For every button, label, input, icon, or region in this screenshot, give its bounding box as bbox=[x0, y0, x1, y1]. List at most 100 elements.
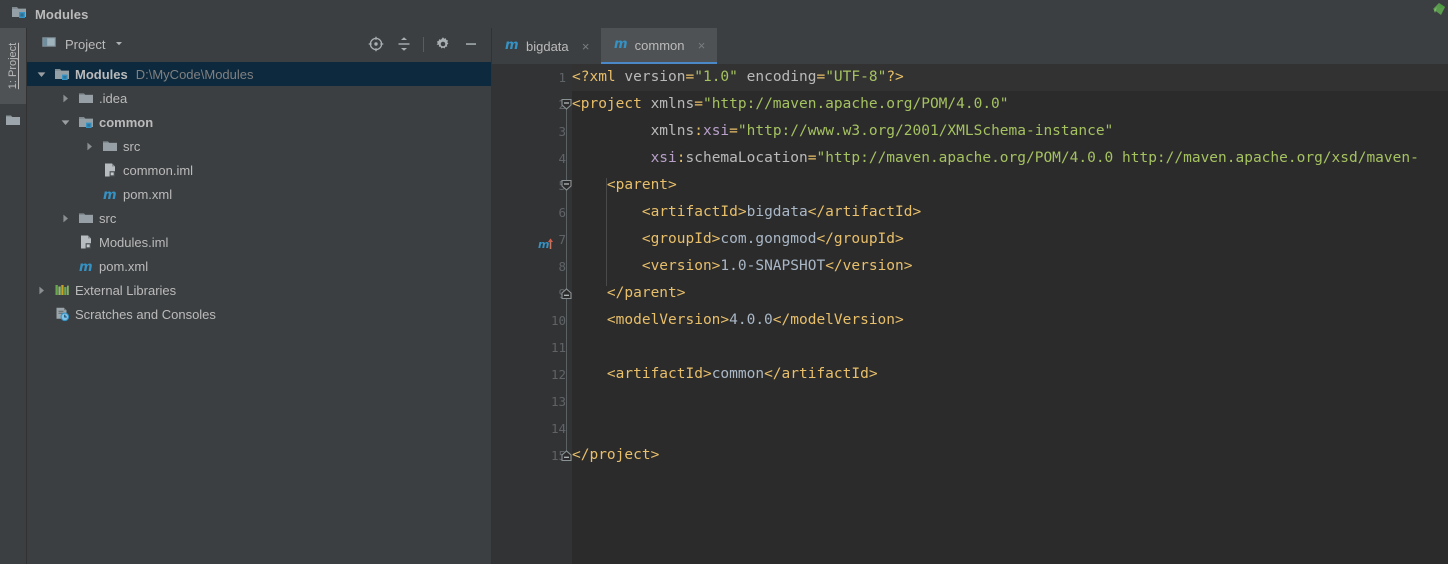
editor-tab-common[interactable]: m common × bbox=[600, 28, 717, 64]
maven-run-icon[interactable]: m bbox=[538, 236, 555, 257]
gear-icon[interactable] bbox=[430, 31, 456, 57]
tree-row-label: pom.xml bbox=[123, 186, 173, 202]
close-icon[interactable]: × bbox=[695, 38, 709, 52]
code-line[interactable]: <?xml version="1.0" encoding="UTF-8"?> bbox=[572, 64, 1448, 91]
code-token: = bbox=[729, 123, 738, 139]
tree-arrow-placeholder bbox=[83, 188, 96, 201]
code-token: </project> bbox=[572, 447, 660, 463]
svg-text:m: m bbox=[79, 260, 93, 274]
chevron-down-icon[interactable] bbox=[35, 68, 48, 81]
tree-row-external-libraries[interactable]: External Libraries bbox=[27, 278, 492, 302]
code-line[interactable]: <groupId>com.gongmod</groupId> bbox=[572, 226, 1448, 253]
code-editor[interactable]: 123456789101112131415 m <?xml version="1… bbox=[492, 64, 1448, 564]
code-line[interactable] bbox=[572, 415, 1448, 442]
tree-row-common[interactable]: common bbox=[27, 110, 492, 134]
tree-row-modules-iml[interactable]: Modules.iml bbox=[27, 230, 492, 254]
chevron-down-icon[interactable] bbox=[59, 116, 72, 129]
code-line[interactable]: </project> bbox=[572, 442, 1448, 469]
code-token: xmlns bbox=[650, 96, 695, 112]
code-token: </artifactId> bbox=[807, 204, 922, 220]
code-token: <modelVersion> bbox=[606, 312, 730, 328]
collapse-all-icon[interactable] bbox=[391, 31, 417, 57]
tree-row-pom-xml[interactable]: m pom.xml bbox=[27, 182, 492, 206]
project-tree[interactable]: Modules D:\MyCode\Modules .idea common sr… bbox=[27, 60, 492, 564]
module-folder-icon bbox=[54, 66, 70, 82]
editor-gutter[interactable]: 123456789101112131415 m bbox=[492, 64, 572, 564]
code-line[interactable]: xsi:schemaLocation="http://maven.apache.… bbox=[572, 145, 1448, 172]
code-token: <artifactId> bbox=[641, 204, 747, 220]
code-token: xsi bbox=[650, 150, 677, 166]
tree-arrow-placeholder bbox=[83, 164, 96, 177]
code-line[interactable]: <artifactId>common</artifactId> bbox=[572, 361, 1448, 388]
code-line[interactable]: xmlns:xsi="http://www.w3.org/2001/XMLSch… bbox=[572, 118, 1448, 145]
tree-row-label: src bbox=[99, 210, 117, 226]
code-token: = bbox=[694, 96, 703, 112]
minimize-icon[interactable] bbox=[458, 31, 484, 57]
code-token: xsi bbox=[702, 123, 730, 139]
tree-row-label: Scratches and Consoles bbox=[75, 306, 216, 322]
code-line[interactable]: <artifactId>bigdata</artifactId> bbox=[572, 199, 1448, 226]
tree-row-scratches-and-consoles[interactable]: Scratches and Consoles bbox=[27, 302, 492, 326]
code-token: </version> bbox=[825, 258, 913, 274]
code-token: common bbox=[711, 366, 765, 382]
code-line[interactable]: </parent> bbox=[572, 280, 1448, 307]
tree-row-src[interactable]: src bbox=[27, 134, 492, 158]
chevron-right-icon[interactable] bbox=[59, 212, 72, 225]
library-icon bbox=[54, 282, 70, 298]
chevron-right-icon[interactable] bbox=[59, 92, 72, 105]
code-content[interactable]: <?xml version="1.0" encoding="UTF-8"?> <p… bbox=[572, 64, 1448, 564]
left-tool-strip: 1: Project bbox=[0, 28, 27, 564]
tree-row-pom-xml[interactable]: m pom.xml bbox=[27, 254, 492, 278]
code-token: < bbox=[572, 96, 581, 112]
svg-text:m: m bbox=[103, 188, 117, 202]
code-line[interactable]: <parent> bbox=[572, 172, 1448, 199]
code-token: 1.0-SNAPSHOT bbox=[720, 258, 826, 274]
code-token: xmlns bbox=[650, 123, 695, 139]
folder-icon bbox=[78, 90, 94, 106]
title-bar: Modules bbox=[0, 0, 1448, 28]
svg-text:m: m bbox=[505, 38, 519, 52]
editor-tab-bigdata[interactable]: m bigdata × bbox=[492, 28, 601, 64]
tree-row-label: common bbox=[99, 114, 154, 130]
tree-row-src[interactable]: src bbox=[27, 206, 492, 230]
code-line[interactable] bbox=[572, 388, 1448, 415]
code-token: "http://maven.apache.org/POM/4.0.0 http:… bbox=[816, 150, 1419, 166]
project-panel-title: Project bbox=[65, 36, 106, 52]
chevron-right-icon[interactable] bbox=[35, 284, 48, 297]
locate-icon[interactable] bbox=[363, 31, 389, 57]
maven-icon: m bbox=[613, 35, 629, 56]
code-token: </artifactId> bbox=[764, 366, 878, 382]
tab-bar-filler bbox=[716, 28, 1448, 64]
code-line[interactable]: <project xmlns="http://maven.apache.org/… bbox=[572, 91, 1448, 118]
code-token: encoding bbox=[746, 69, 817, 85]
code-line[interactable]: <version>1.0-SNAPSHOT</version> bbox=[572, 253, 1448, 280]
project-view-icon bbox=[41, 34, 57, 55]
code-line[interactable]: <modelVersion>4.0.0</modelVersion> bbox=[572, 307, 1448, 334]
tree-arrow-placeholder bbox=[59, 236, 72, 249]
notification-icon bbox=[1432, 2, 1446, 16]
code-token: bigdata bbox=[746, 204, 808, 220]
code-token: = bbox=[685, 69, 695, 85]
editor-tab-bar: m bigdata × m common × bbox=[492, 28, 1448, 64]
close-icon[interactable]: × bbox=[579, 39, 593, 53]
folder-icon[interactable] bbox=[5, 112, 21, 133]
module-folder-icon bbox=[78, 114, 94, 130]
code-token: ?> bbox=[886, 69, 904, 85]
iml-file-icon bbox=[78, 234, 94, 250]
tree-row-idea[interactable]: .idea bbox=[27, 86, 492, 110]
code-line[interactable] bbox=[572, 334, 1448, 361]
tree-arrow-placeholder bbox=[59, 260, 72, 273]
tool-button-project[interactable]: 1: Project bbox=[0, 28, 26, 104]
tree-row-label: Modules bbox=[75, 66, 128, 82]
window-title: Modules bbox=[35, 6, 89, 22]
tree-row-common-iml[interactable]: common.iml bbox=[27, 158, 492, 182]
fold-region-line bbox=[566, 185, 567, 293]
code-token: 4.0.0 bbox=[729, 312, 773, 328]
iml-file-icon bbox=[102, 162, 118, 178]
tree-row-modules[interactable]: Modules D:\MyCode\Modules bbox=[27, 62, 492, 86]
chevron-right-icon[interactable] bbox=[83, 140, 96, 153]
code-token: </parent> bbox=[606, 285, 686, 301]
chevron-down-icon[interactable] bbox=[114, 35, 124, 53]
